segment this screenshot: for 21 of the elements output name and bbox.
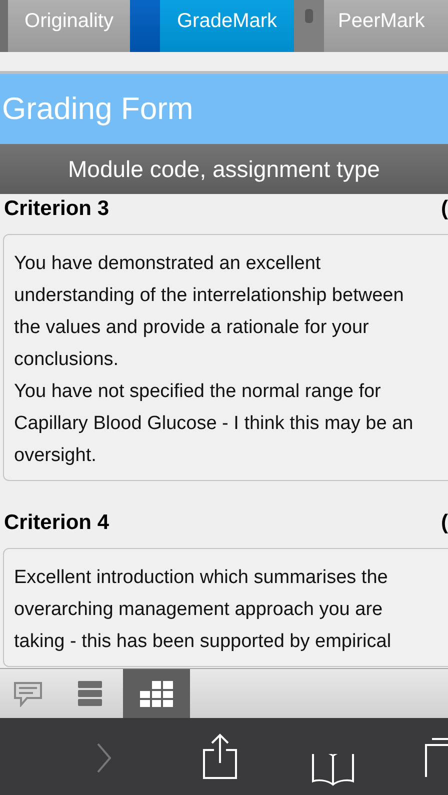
grid-icon xyxy=(140,680,174,708)
tab[interactable]: GradeMark xyxy=(160,0,294,52)
criterion-title: Criterion 4 xyxy=(3,510,110,536)
tab[interactable]: PeerMark xyxy=(324,0,448,52)
criterion-score: ( xyxy=(441,510,448,536)
tab[interactable]: Originality xyxy=(8,0,130,52)
criterion-title: Criterion 3 xyxy=(3,196,110,222)
tool-button[interactable] xyxy=(123,669,190,718)
comment-text: Excellent introduction which summarises the overarching management approach you are taking - this has been supported by empirical xyxy=(14,566,392,654)
criterion-score: ( xyxy=(441,196,448,222)
speech-bubble-icon xyxy=(13,680,43,706)
tabs-icon[interactable] xyxy=(424,735,448,777)
module-subtitle: Module code, assignment type xyxy=(68,154,380,184)
tab-handle-icon xyxy=(304,8,314,24)
tab-separator xyxy=(0,0,8,52)
stacked-bars-icon xyxy=(76,680,102,707)
comment-text: You have not specified the normal range for Capillary Blood Glucose - I think this may be an oversight. xyxy=(14,380,414,468)
share-icon[interactable] xyxy=(202,733,238,779)
tab-separator xyxy=(130,0,160,52)
comment-text: You have demonstrated an excellent understanding of the interrelationship between the values and provide a rationale for your conclusions. xyxy=(14,252,405,372)
form-title: Grading Form xyxy=(1,90,194,128)
